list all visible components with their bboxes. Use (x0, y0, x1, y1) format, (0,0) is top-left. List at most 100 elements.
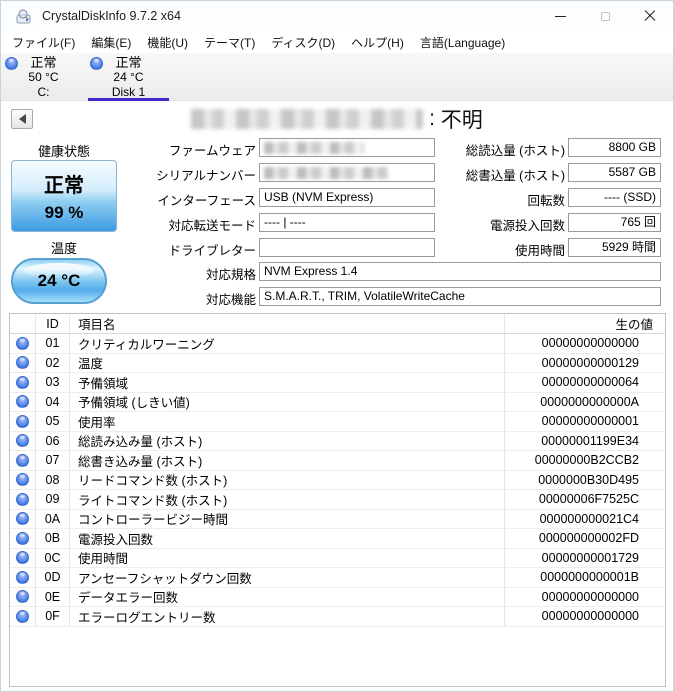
smart-table: ID 項目名 生の値 01 クリティカルワーニング 00000000000000 02… (9, 313, 666, 687)
smart-attribute-name: 使用率 (70, 412, 505, 431)
status-orb-icon (10, 353, 36, 372)
temperature-label: 温度 (50, 241, 77, 256)
smart-id: 07 (36, 451, 70, 470)
disk-tab-strip: 正常 50 °C C: 正常 24 °C Disk 1 (1, 53, 673, 101)
temperature-indicator: 24 °C (11, 258, 107, 304)
menu-file[interactable]: ファイル(F) (4, 32, 83, 53)
table-row[interactable]: 02 温度 00000000000129 (10, 353, 665, 373)
drive-title-status: 不明 (440, 109, 483, 132)
menu-theme[interactable]: テーマ(T) (196, 32, 263, 53)
smart-attribute-name: 総読み込み量 (ホスト) (70, 431, 505, 450)
smart-attribute-name: コントローラービジー時間 (70, 509, 505, 528)
table-row[interactable]: 03 予備領域 00000000000064 (10, 373, 665, 393)
status-orb-icon (10, 451, 36, 470)
smart-attribute-name: 電源投入回数 (70, 529, 505, 548)
table-row[interactable]: 06 総読み込み量 (ホスト) 00000001199E34 (10, 431, 665, 451)
table-row[interactable]: 05 使用率 00000000000001 (10, 412, 665, 432)
smart-raw-value: 0000000B30D495 (538, 472, 639, 487)
interface-label: インターフェース (157, 194, 256, 208)
status-orb-icon (10, 587, 36, 606)
status-orb-icon (10, 548, 36, 567)
maximize-icon (601, 11, 610, 21)
smart-attribute-name: 予備領域 (しきい値) (70, 392, 505, 411)
smart-id: 0A (36, 509, 70, 528)
smart-attribute-name: アンセーフシャットダウン回数 (70, 568, 505, 587)
smart-id: 0E (36, 587, 70, 606)
rotation-rate-field: ---- (SSD) (568, 188, 661, 207)
status-orb-icon (10, 412, 36, 431)
header-attribute-name: 項目名 (70, 314, 505, 333)
disk-tab-temp: 50 °C (28, 70, 59, 84)
smart-attribute-name: データエラー回数 (70, 587, 505, 606)
drive-letter-label: ドライブレター (168, 244, 256, 258)
smart-attribute-name: 温度 (70, 353, 505, 372)
smart-attribute-name: 使用時間 (70, 548, 505, 567)
smart-raw-value: 0000000000000A (540, 394, 639, 409)
health-status-text: 正常 (44, 175, 84, 197)
status-orb-icon (10, 529, 36, 548)
status-orb-icon (10, 490, 36, 509)
smart-id: 03 (36, 373, 70, 392)
menu-function[interactable]: 機能(U) (139, 32, 196, 53)
app-window: CrystalDiskInfo 9.7.2 x64 ファイル(F) 編集(E) … (0, 0, 674, 692)
smart-id: 0C (36, 548, 70, 567)
power-on-count-label: 電源投入回数 (489, 219, 565, 233)
drive-letter-field (259, 238, 435, 257)
interface-field: USB (NVM Express) (259, 188, 435, 207)
temperature-value: 24 °C (37, 271, 81, 290)
menu-language[interactable]: 言語(Language) (412, 32, 513, 53)
selected-tab-indicator (88, 98, 169, 101)
table-row[interactable]: 0A コントローラービジー時間 000000000021C4 (10, 509, 665, 529)
disk-status-orb-icon (90, 57, 103, 70)
disk-tab-c[interactable]: 正常 50 °C C: (1, 53, 86, 101)
disk-tab-disk1[interactable]: 正常 24 °C Disk 1 (86, 53, 171, 101)
menu-help[interactable]: ヘルプ(H) (343, 32, 412, 53)
minimize-button[interactable] (538, 1, 583, 31)
firmware-label: ファームウェア (168, 144, 256, 158)
table-row[interactable]: 0F エラーログエントリー数 00000000000000 (10, 607, 665, 627)
close-button[interactable] (628, 1, 673, 31)
drive-model-redacted (191, 109, 424, 129)
disk-tab-name: C: (37, 85, 50, 99)
table-row[interactable]: 0D アンセーフシャットダウン回数 0000000000001B (10, 568, 665, 588)
table-row[interactable]: 08 リードコマンド数 (ホスト) 0000000B30D495 (10, 470, 665, 490)
drive-title: : 不明 (1, 104, 673, 134)
table-row[interactable]: 04 予備領域 (しきい値) 0000000000000A (10, 392, 665, 412)
status-orb-icon (10, 509, 36, 528)
table-row[interactable]: 09 ライトコマンド数 (ホスト) 00000006F7525C (10, 490, 665, 510)
smart-raw-value: 00000001199E34 (541, 433, 639, 448)
smart-raw-value: 00000000B2CCB2 (534, 453, 639, 468)
host-writes-field: 5587 GB (568, 163, 661, 182)
firmware-value-redacted (264, 142, 364, 154)
disk-status-orb-icon (5, 57, 18, 70)
smart-id: 0F (36, 607, 70, 626)
status-orb-icon (10, 431, 36, 450)
health-status-indicator: 正常 99 % (11, 160, 117, 232)
smart-raw-value: 00000000000000 (541, 609, 639, 624)
table-row[interactable]: 0E データエラー回数 00000000000000 (10, 587, 665, 607)
title-bar: CrystalDiskInfo 9.7.2 x64 (1, 1, 673, 31)
status-orb-icon (10, 373, 36, 392)
smart-id: 04 (36, 392, 70, 411)
drive-title-separator: : (423, 107, 441, 130)
host-writes-label: 総書込量 (ホスト) (465, 169, 565, 183)
smart-attribute-name: エラーログエントリー数 (70, 607, 505, 626)
smart-raw-value: 000000000002FD (538, 531, 639, 546)
table-row[interactable]: 0C 使用時間 00000000001729 (10, 548, 665, 568)
transfer-mode-field: ---- | ---- (259, 213, 435, 232)
smart-id: 01 (36, 334, 70, 353)
maximize-button[interactable] (583, 1, 628, 31)
table-row[interactable]: 01 クリティカルワーニング 00000000000000 (10, 334, 665, 354)
host-reads-label: 総読込量 (ホスト) (465, 144, 565, 158)
header-id: ID (36, 314, 70, 333)
table-row[interactable]: 07 総書き込み量 (ホスト) 00000000B2CCB2 (10, 451, 665, 471)
smart-raw-value: 0000000000001B (540, 570, 639, 585)
table-row[interactable]: 0B 電源投入回数 000000000002FD (10, 529, 665, 549)
status-orb-icon (10, 607, 36, 626)
smart-attribute-name: クリティカルワーニング (70, 334, 505, 353)
rotation-rate-label: 回転数 (527, 194, 565, 208)
menu-edit[interactable]: 編集(E) (83, 32, 139, 53)
firmware-field (259, 138, 435, 157)
menu-bar: ファイル(F) 編集(E) 機能(U) テーマ(T) ディスク(D) ヘルプ(H… (1, 31, 673, 53)
menu-disk[interactable]: ディスク(D) (263, 32, 343, 53)
